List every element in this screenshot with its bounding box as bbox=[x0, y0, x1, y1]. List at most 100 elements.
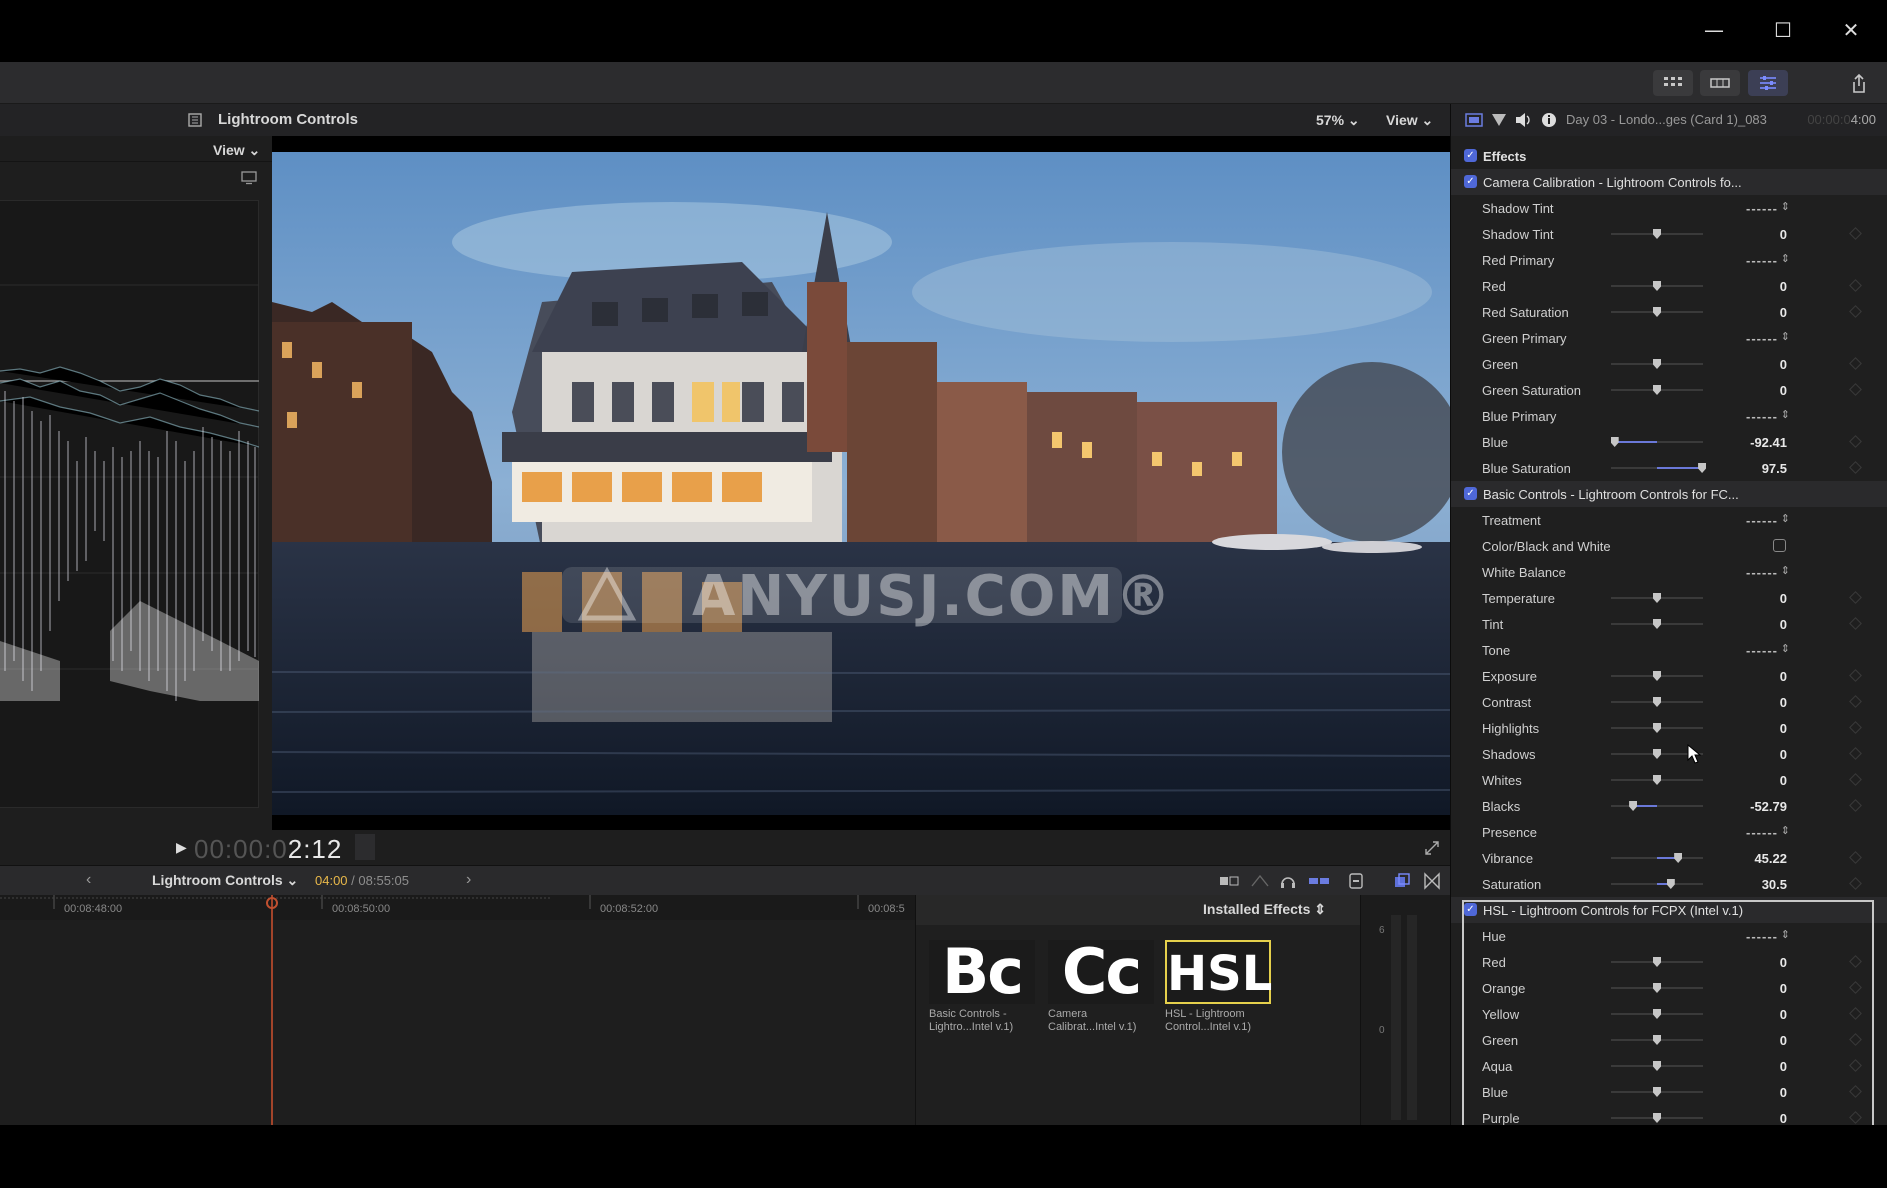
parameter-value[interactable]: 45.22 bbox=[1754, 851, 1787, 866]
keyframe-icon[interactable] bbox=[1849, 279, 1862, 292]
inspector-toggle-button[interactable] bbox=[1748, 70, 1788, 96]
project-dropdown[interactable]: Lightroom Controls ⌄ bbox=[152, 872, 298, 889]
back-arrow-icon[interactable]: ‹ bbox=[86, 871, 91, 889]
keyframe-icon[interactable] bbox=[1849, 383, 1862, 396]
keyframe-icon[interactable] bbox=[1849, 227, 1862, 240]
parameter-slider[interactable] bbox=[1611, 697, 1703, 707]
parameter-slider[interactable] bbox=[1611, 801, 1703, 811]
slider-knob[interactable] bbox=[1653, 723, 1661, 733]
slider-knob[interactable] bbox=[1653, 307, 1661, 317]
browser-toggle-button[interactable] bbox=[1653, 70, 1693, 96]
share-button[interactable] bbox=[1847, 72, 1871, 96]
playhead-handle[interactable] bbox=[266, 897, 278, 909]
snapping-icon[interactable] bbox=[1308, 874, 1330, 888]
skimming-icon[interactable] bbox=[1250, 874, 1270, 888]
headphones-icon[interactable] bbox=[1279, 872, 1297, 890]
parameter-value[interactable]: 0 bbox=[1780, 227, 1787, 242]
audio-inspector-icon[interactable] bbox=[1514, 112, 1532, 128]
slider-knob[interactable] bbox=[1653, 359, 1661, 369]
parameter-popup[interactable]: ------ bbox=[1746, 409, 1778, 424]
parameter-value[interactable]: 0 bbox=[1780, 669, 1787, 684]
effect-section-header[interactable]: ✓ Basic Controls - Lightroom Controls for… bbox=[1451, 481, 1887, 507]
clip-settings-icon[interactable] bbox=[1348, 872, 1364, 890]
effect-tile[interactable]: Cc Camera Calibrat...Intel v.1) bbox=[1048, 940, 1158, 1034]
effect-tile-selected[interactable]: HSL HSL - Lightroom Control...Intel v.1) bbox=[1165, 940, 1275, 1034]
slider-knob[interactable] bbox=[1653, 229, 1661, 239]
video-viewer[interactable]: ANYUSJ.COM® bbox=[272, 152, 1450, 815]
keyframe-icon[interactable] bbox=[1849, 669, 1862, 682]
parameter-value[interactable]: -92.41 bbox=[1750, 435, 1787, 450]
popup-arrows-icon[interactable]: ⇕ bbox=[1781, 252, 1790, 265]
parameter-slider[interactable] bbox=[1611, 671, 1703, 681]
keyframe-icon[interactable] bbox=[1849, 747, 1862, 760]
timeline-toggle-button[interactable] bbox=[1700, 70, 1740, 96]
slider-knob[interactable] bbox=[1629, 801, 1638, 811]
parameter-popup[interactable]: ------ bbox=[1746, 825, 1778, 840]
parameter-value[interactable]: 0 bbox=[1780, 591, 1787, 606]
parameter-slider[interactable] bbox=[1611, 619, 1703, 629]
keyframe-icon[interactable] bbox=[1849, 877, 1862, 890]
parameter-popup[interactable]: ------ bbox=[1746, 565, 1778, 580]
color-inspector-icon[interactable] bbox=[1491, 113, 1507, 127]
video-inspector-icon[interactable] bbox=[1465, 113, 1483, 127]
transitions-icon[interactable] bbox=[1423, 872, 1441, 890]
viewer-view-dropdown[interactable]: View ⌄ bbox=[1386, 112, 1433, 129]
parameter-slider[interactable] bbox=[1611, 593, 1703, 603]
parameter-value[interactable]: -52.79 bbox=[1750, 799, 1787, 814]
play-icon[interactable]: ▶ bbox=[176, 840, 187, 856]
effect-enable-checkbox[interactable]: ✓ bbox=[1464, 175, 1477, 188]
keyframe-icon[interactable] bbox=[1849, 721, 1862, 734]
parameter-slider[interactable] bbox=[1610, 437, 1703, 447]
playhead[interactable] bbox=[271, 895, 273, 1125]
parameter-slider[interactable] bbox=[1611, 723, 1703, 733]
keyframe-icon[interactable] bbox=[1849, 357, 1862, 370]
parameter-popup[interactable]: ------ bbox=[1746, 253, 1778, 268]
slider-knob[interactable] bbox=[1653, 671, 1661, 681]
keyframe-icon[interactable] bbox=[1849, 695, 1862, 708]
popup-arrows-icon[interactable]: ⇕ bbox=[1781, 564, 1790, 577]
maximize-button[interactable]: ☐ bbox=[1761, 12, 1805, 48]
parameter-popup[interactable]: ------ bbox=[1746, 513, 1778, 528]
keyframe-icon[interactable] bbox=[1849, 435, 1862, 448]
keyframe-icon[interactable] bbox=[1849, 591, 1862, 604]
slider-knob[interactable] bbox=[1666, 879, 1675, 889]
parameter-value[interactable]: 0 bbox=[1780, 305, 1787, 320]
parameter-slider[interactable] bbox=[1611, 307, 1703, 317]
parameter-slider[interactable] bbox=[1611, 853, 1703, 863]
slider-knob[interactable] bbox=[1653, 619, 1661, 629]
info-inspector-icon[interactable] bbox=[1541, 112, 1557, 128]
parameter-value[interactable]: 97.5 bbox=[1762, 461, 1787, 476]
popup-arrows-icon[interactable]: ⇕ bbox=[1781, 512, 1790, 525]
parameter-value[interactable]: 0 bbox=[1780, 279, 1787, 294]
keyframe-icon[interactable] bbox=[1849, 617, 1862, 630]
clip-appearance-icon[interactable] bbox=[1219, 874, 1239, 888]
popup-arrows-icon[interactable]: ⇕ bbox=[1781, 408, 1790, 421]
slider-knob[interactable] bbox=[1610, 437, 1619, 447]
installed-effects-dropdown[interactable]: Installed Effects ⇕ bbox=[1203, 901, 1326, 918]
slider-knob[interactable] bbox=[1653, 775, 1661, 785]
scope-view-dropdown[interactable]: View ⌄ bbox=[213, 142, 260, 159]
parameter-value[interactable]: 0 bbox=[1780, 695, 1787, 710]
slider-knob[interactable] bbox=[1653, 749, 1661, 759]
timeline-ruler[interactable]: 00:08:48:00 00:08:50:00 00:08:52:00 00:0… bbox=[0, 895, 915, 920]
parameter-slider[interactable] bbox=[1611, 229, 1703, 239]
parameter-popup[interactable]: ------ bbox=[1746, 643, 1778, 658]
effect-enable-checkbox[interactable]: ✓ bbox=[1464, 487, 1477, 500]
effect-tile[interactable]: Bc Basic Controls - Lightro...Intel v.1) bbox=[929, 940, 1039, 1034]
parameter-value[interactable]: 0 bbox=[1780, 357, 1787, 372]
zoom-dropdown[interactable]: 57% ⌄ bbox=[1316, 112, 1360, 129]
keyframe-icon[interactable] bbox=[1849, 851, 1862, 864]
parameter-value[interactable]: 0 bbox=[1780, 747, 1787, 762]
parameter-slider[interactable] bbox=[1611, 463, 1707, 473]
slider-knob[interactable] bbox=[1674, 853, 1683, 863]
parameter-slider[interactable] bbox=[1611, 359, 1703, 369]
timeline-area[interactable] bbox=[0, 920, 915, 1125]
effects-checkbox[interactable]: ✓ bbox=[1464, 149, 1477, 162]
parameter-value[interactable]: 0 bbox=[1780, 383, 1787, 398]
parameter-value[interactable]: 0 bbox=[1780, 773, 1787, 788]
popup-arrows-icon[interactable]: ⇕ bbox=[1781, 200, 1790, 213]
expand-icon[interactable] bbox=[1424, 840, 1440, 856]
forward-arrow-icon[interactable]: › bbox=[466, 871, 471, 889]
slider-knob[interactable] bbox=[1653, 385, 1661, 395]
parameter-slider[interactable] bbox=[1611, 385, 1703, 395]
